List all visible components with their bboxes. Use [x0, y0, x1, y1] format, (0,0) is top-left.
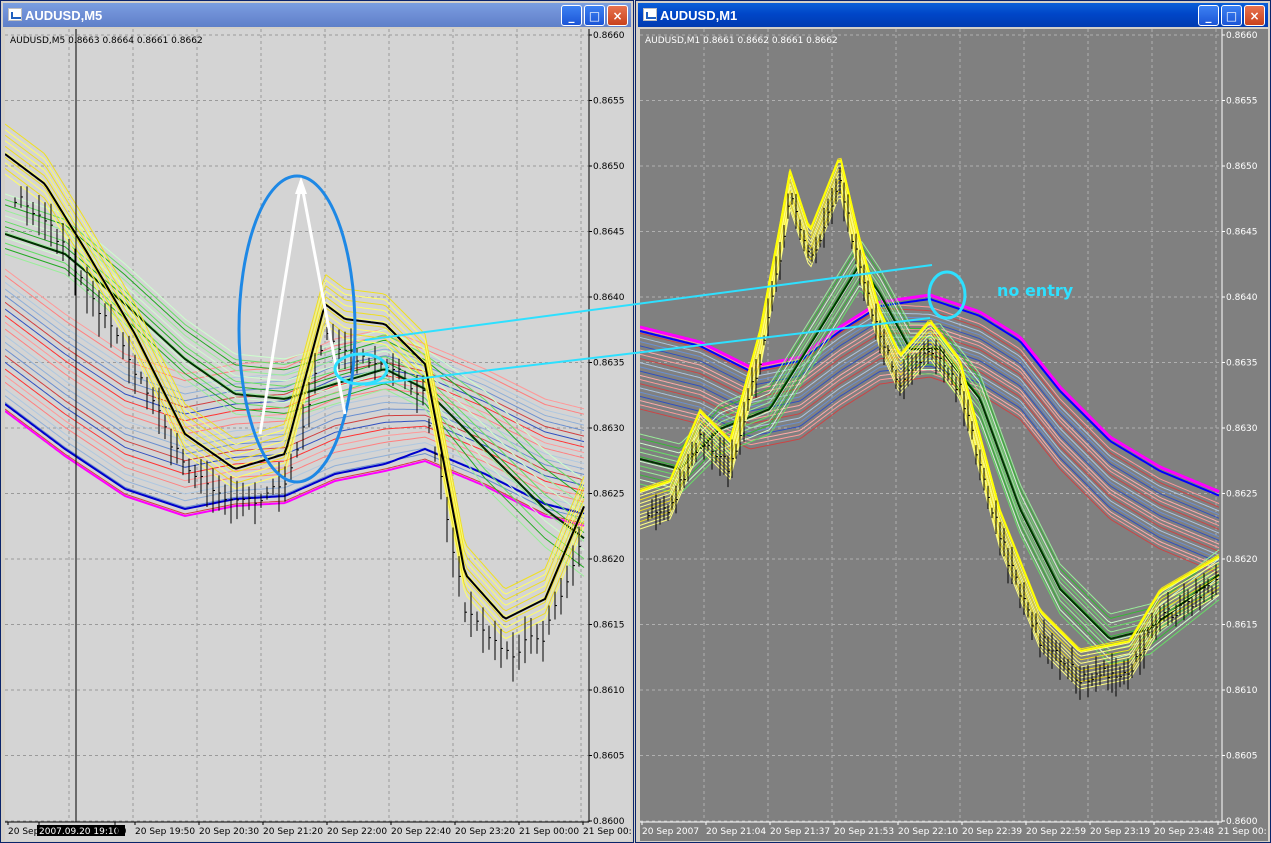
price-label: 0.8650 [593, 162, 625, 172]
price-label: 0.8625 [593, 490, 625, 500]
ohlc-header: AUDUSD,M1 0.8661 0.8662 0.8661 0.8662 [645, 36, 838, 46]
price-label: 0.8640 [1226, 293, 1258, 303]
minimize-button[interactable]: _ [1198, 5, 1219, 26]
chart-window-audusd-m5[interactable]: AUDUSD,M5 _ □ × 0.8660 0.8655 0.8650 0.8645… [0, 0, 634, 843]
title-bar[interactable]: AUDUSD,M1 _ □ × [638, 3, 1268, 27]
time-label: 20 Sep 22:39 [962, 827, 1022, 837]
price-label: 0.8610 [1226, 686, 1258, 696]
price-label: 0.8635 [593, 359, 625, 369]
price-label: 0.8620 [1226, 555, 1258, 565]
time-label: 20 Sep 23:20 [455, 827, 515, 837]
price-label: 0.8650 [1226, 162, 1258, 172]
price-label: 0.8655 [1226, 97, 1258, 107]
chart-canvas[interactable]: 0.8660 0.8655 0.8650 0.8645 0.8640 0.8635 0.86… [640, 29, 1268, 841]
price-label: 0.8660 [593, 31, 625, 41]
time-label: 20 Sep 21:37 [770, 827, 830, 837]
chart-window-icon [643, 8, 657, 21]
time-label: 20 Sep 21:04 [706, 827, 766, 837]
window-title: AUDUSD,M1 [660, 7, 738, 23]
price-label: 0.8640 [593, 293, 625, 303]
price-chart[interactable]: 0.8660 0.8655 0.8650 0.8645 0.8640 0.8635 0.86… [5, 29, 631, 841]
time-label: 20 Sep 23:48 [1154, 827, 1214, 837]
chart-canvas[interactable]: 0.8660 0.8655 0.8650 0.8645 0.8640 0.8635 0.86… [5, 29, 631, 841]
time-label: 20 Sep 19:50 [135, 827, 195, 837]
chart-window-icon [8, 8, 22, 21]
time-label: 20 Sep 21:20 [263, 827, 323, 837]
time-label: 20 Sep [8, 827, 40, 837]
price-label: 0.8620 [593, 555, 625, 565]
price-label: 0.8635 [1226, 359, 1258, 369]
time-label: 20 Sep 20:30 [199, 827, 259, 837]
time-label: 21 Sep 00:4 [583, 827, 631, 837]
ohlc-header: AUDUSD,M5 0.8663 0.8664 0.8661 0.8662 [10, 36, 203, 46]
maximize-button[interactable]: □ [584, 5, 605, 26]
maximize-button[interactable]: □ [1221, 5, 1242, 26]
price-label: 0.8615 [593, 621, 625, 631]
price-label: 0.8625 [1226, 490, 1258, 500]
chart-background [5, 29, 631, 841]
price-label: 0.8610 [593, 686, 625, 696]
window-title: AUDUSD,M5 [25, 7, 103, 23]
time-label: 20 Sep 22:00 [327, 827, 387, 837]
price-label: 0.8605 [593, 752, 625, 762]
price-label: 0.8655 [593, 97, 625, 107]
time-label: 20 Sep 22:40 [391, 827, 451, 837]
price-label: 0.8605 [1226, 752, 1258, 762]
time-label: 21 Sep 00:00 [519, 827, 579, 837]
time-label: 21 Sep 00: [1218, 827, 1267, 837]
price-label: 0.8630 [593, 424, 625, 434]
time-label: 20 Sep 23:19 [1090, 827, 1150, 837]
time-label: 20 Sep 22:59 [1026, 827, 1086, 837]
price-label: 0.8615 [1226, 621, 1258, 631]
minimize-button[interactable]: _ [561, 5, 582, 26]
time-label: 20 Sep 22:10 [898, 827, 958, 837]
price-label: 0.8645 [593, 228, 625, 238]
time-label: 20 Sep 2007 [642, 827, 699, 837]
price-chart[interactable]: 0.8660 0.8655 0.8650 0.8645 0.8640 0.8635 0.86… [640, 29, 1268, 841]
price-label: 0.8645 [1226, 228, 1258, 238]
chart-window-audusd-m1[interactable]: AUDUSD,M1 _ □ × 0.8660 0.8655 0.8650 0.8645… [635, 0, 1271, 843]
title-bar[interactable]: AUDUSD,M5 _ □ × [3, 3, 631, 27]
close-button[interactable]: × [1244, 5, 1265, 26]
time-label: 10 [115, 827, 127, 837]
close-button[interactable]: × [607, 5, 628, 26]
price-label: 0.8600 [593, 817, 625, 827]
price-label: 0.8600 [1226, 817, 1258, 827]
price-label: 0.8660 [1226, 31, 1258, 41]
time-label: 20 Sep 21:53 [834, 827, 894, 837]
time-label: 2007.09.20 19:10 [39, 827, 120, 837]
price-label: 0.8630 [1226, 424, 1258, 434]
no-entry-label: no entry [997, 281, 1074, 300]
